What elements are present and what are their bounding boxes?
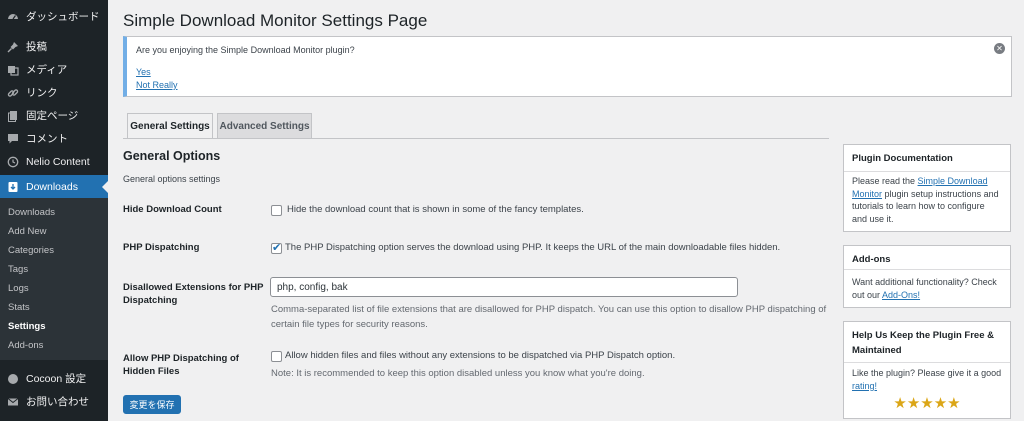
menu-label: 固定ページ (26, 110, 79, 122)
menu-item-media[interactable]: メディア (0, 58, 108, 81)
page-title: Simple Download Monitor Settings Page (123, 11, 428, 30)
menu-item-posts[interactable]: 投稿 (0, 35, 108, 58)
box-title: Plugin Documentation (852, 153, 953, 164)
allow-hidden-files-text: Allow hidden files and files without any… (285, 350, 676, 361)
nelio-icon (6, 155, 20, 169)
dismiss-icon[interactable]: ✕ (994, 43, 1005, 54)
section-title: General Options (123, 149, 221, 163)
box-divider (844, 269, 1010, 270)
menu-label: お問い合わせ (26, 396, 89, 408)
save-changes-button[interactable]: 変更を保存 (123, 395, 181, 414)
tab-general-settings[interactable]: General Settings (127, 113, 213, 139)
media-icon (6, 63, 20, 77)
menu-label: ダッシュボード (26, 11, 100, 23)
menu-item-nelio-content[interactable]: Nelio Content (0, 150, 108, 173)
comment-icon (6, 132, 20, 146)
menu-item-cocoon-settings[interactable]: Cocoon 設定 (0, 367, 108, 390)
body-text: Please read the (852, 176, 918, 186)
menu-label: 投稿 (26, 41, 47, 53)
menu-label: リンク (26, 87, 58, 99)
submenu-add-new[interactable]: Add New (8, 226, 47, 237)
link-icon (6, 86, 20, 100)
menu-item-links[interactable]: リンク (0, 81, 108, 104)
submenu-settings[interactable]: Settings (8, 321, 45, 332)
submenu-categories[interactable]: Categories (8, 245, 54, 256)
title-line: Help Us Keep the Plugin Free & (852, 330, 994, 341)
menu-label: Nelio Content (26, 155, 90, 168)
php-dispatching-text: The PHP Dispatching option serves the do… (285, 242, 781, 253)
add-ons-box: Add-ons Want additional functionality? C… (843, 245, 1011, 308)
notice-yes-link[interactable]: Yes (136, 67, 151, 77)
plugin-documentation-box: Plugin Documentation Please read the Sim… (843, 144, 1011, 232)
box-body: Please read the Simple Download Monitor … (852, 175, 1002, 225)
menu-item-pages[interactable]: 固定ページ (0, 104, 108, 127)
submenu-logs[interactable]: Logs (8, 283, 29, 294)
php-dispatching-checkbox[interactable] (271, 241, 282, 254)
menu-item-contact[interactable]: お問い合わせ (0, 390, 108, 413)
menu-label: Downloads (26, 180, 78, 193)
page-icon (6, 109, 20, 123)
disallowed-extensions-input[interactable] (270, 277, 738, 297)
php-dispatching-label: PHP Dispatching (123, 242, 200, 253)
tab-advanced-settings[interactable]: Advanced Settings (217, 113, 312, 139)
box-title: Help Us Keep the Plugin Free & Maintaine… (852, 328, 994, 358)
box-divider (844, 362, 1010, 363)
hide-download-count-text: Hide the download count that is shown in… (287, 204, 584, 215)
menu-item-dashboard[interactable]: ダッシュボード (0, 5, 108, 28)
hide-download-count-label: Hide Download Count (123, 204, 222, 215)
body-text: Want additional functionality? Check out… (852, 277, 997, 300)
allow-hidden-files-checkbox[interactable] (271, 351, 282, 362)
submenu-stats[interactable]: Stats (8, 302, 30, 313)
submenu-downloads[interactable]: Downloads (8, 207, 55, 218)
dashboard-icon (6, 10, 20, 24)
add-ons-link[interactable]: Add-Ons! (882, 290, 920, 300)
label-line: Disallowed Extensions for PHP (123, 282, 264, 293)
rating-link[interactable]: rating! (852, 381, 877, 391)
help-keep-free-box: Help Us Keep the Plugin Free & Maintaine… (843, 321, 1011, 419)
box-divider (844, 171, 1010, 172)
menu-item-downloads[interactable]: Downloads (0, 175, 108, 198)
admin-sidebar: ダッシュボード 投稿 メディア リンク 固定ページ コメント Nelio Con… (0, 0, 108, 421)
menu-label: Cocoon 設定 (26, 373, 87, 385)
download-icon (6, 180, 20, 194)
title-line: Maintained (852, 345, 902, 356)
submenu-tags[interactable]: Tags (8, 264, 28, 275)
menu-item-comments[interactable]: コメント (0, 127, 108, 150)
hide-download-count-checkbox[interactable] (271, 205, 282, 216)
notice-message: Are you enjoying the Simple Download Mon… (136, 45, 355, 55)
section-description: General options settings (123, 174, 221, 184)
allow-hidden-files-note: Note: It is recommended to keep this opt… (271, 368, 645, 379)
label-line: Allow PHP Dispatching of (123, 353, 239, 364)
box-body: Like the plugin? Please give it a good r… (852, 367, 1002, 392)
body-text: Like the plugin? Please give it a good (852, 368, 1002, 378)
description-line: Comma-separated list of file extensions … (271, 304, 827, 315)
pin-icon (6, 40, 20, 54)
disallowed-extensions-description: Comma-separated list of file extensions … (271, 302, 826, 332)
box-body: Want additional functionality? Check out… (852, 276, 1002, 301)
star-icons: ★★★★★ (893, 395, 961, 412)
rating-stars[interactable]: ★★★★★ (844, 394, 1010, 412)
menu-label: コメント (26, 133, 68, 145)
review-notice: Are you enjoying the Simple Download Mon… (123, 36, 1012, 97)
downloads-submenu: Downloads Add New Categories Tags Logs S… (0, 198, 108, 360)
tab-divider (123, 138, 829, 139)
menu-label: メディア (26, 64, 68, 76)
allow-hidden-files-label: Allow PHP Dispatching of Hidden Files (123, 352, 239, 378)
notice-not-really-link[interactable]: Not Really (136, 80, 178, 90)
disallowed-extensions-label: Disallowed Extensions for PHP Dispatchin… (123, 281, 263, 307)
submenu-add-ons[interactable]: Add-ons (8, 340, 43, 351)
description-line: certain file types for security reasons. (271, 319, 428, 330)
box-title: Add-ons (852, 254, 891, 265)
mail-icon (6, 395, 20, 409)
label-line: Hidden Files (123, 366, 180, 377)
label-line: Dispatching (123, 295, 178, 306)
cocoon-icon (6, 372, 20, 386)
